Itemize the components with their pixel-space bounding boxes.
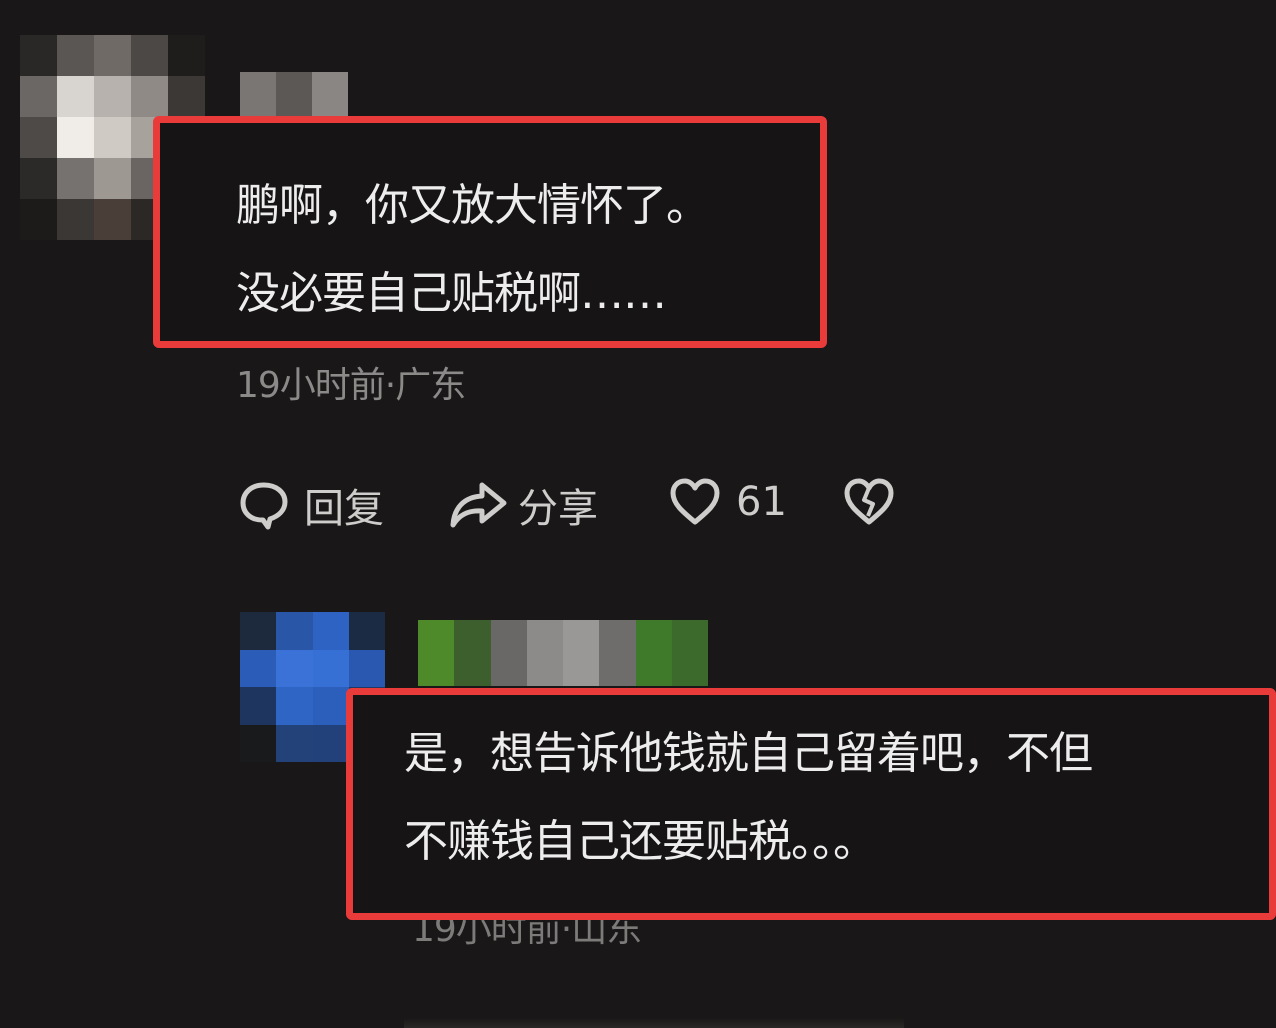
action-row-partial: [404, 1018, 904, 1028]
comment-item: 19小时前·山东 是，想告诉他钱就自己留着吧，不但 不赚钱自己还要贴税。。。: [0, 560, 1276, 1028]
dislike-button[interactable]: [842, 476, 896, 528]
comment-item: 鹏啊，你又放大情怀了。 没必要自己贴税啊…… 19小时前·广东 回复 分享 61: [0, 0, 1276, 560]
share-label: 分享: [518, 486, 598, 532]
comment-meta: 19小时前·广东: [236, 365, 466, 406]
share-button[interactable]: 分享: [448, 476, 598, 534]
username-redacted[interactable]: [418, 620, 708, 686]
comment-text-line-1: 是，想告诉他钱就自己留着吧，不但: [404, 728, 1093, 779]
like-button[interactable]: 61: [668, 476, 787, 528]
comment-bubble-icon: [238, 479, 290, 531]
reply-button[interactable]: 回复: [238, 476, 384, 534]
heart-icon: [668, 476, 722, 528]
like-count: 61: [736, 479, 787, 525]
reply-label: 回复: [304, 486, 384, 532]
comment-text-line-1: 鹏啊，你又放大情怀了。: [236, 180, 710, 231]
highlight-box: [346, 688, 1276, 920]
comment-text-line-2: 不赚钱自己还要贴税。。。: [404, 816, 877, 867]
comment-text-line-2: 没必要自己贴税啊……: [236, 268, 667, 319]
broken-heart-icon: [842, 476, 896, 528]
share-arrow-icon: [448, 479, 508, 531]
